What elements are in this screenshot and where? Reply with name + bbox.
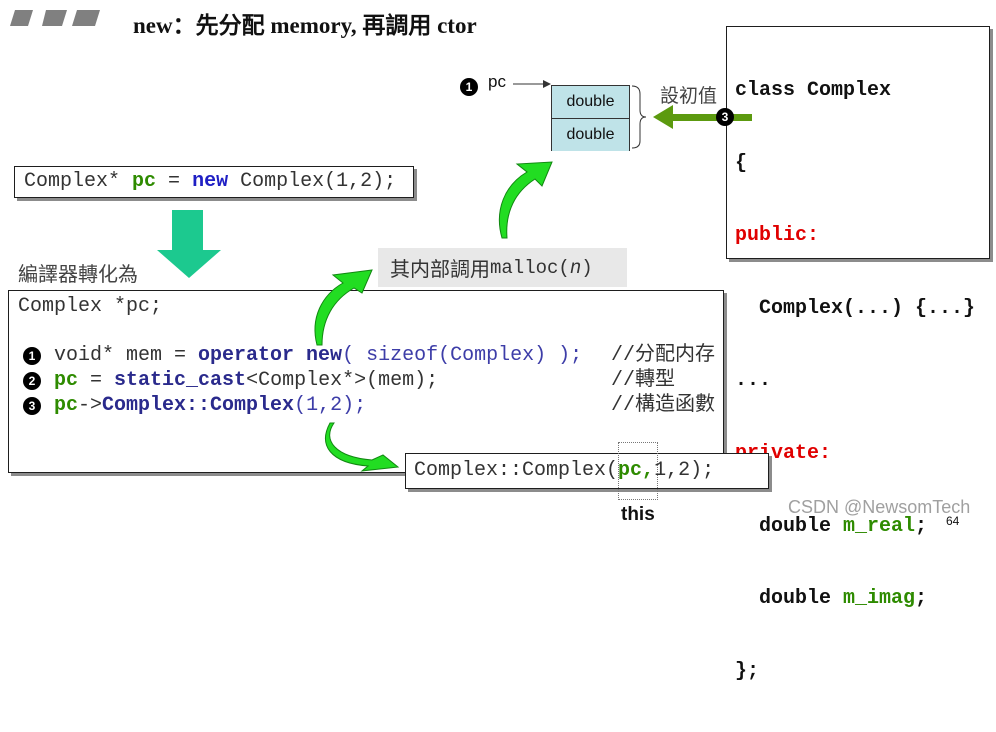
code-token-member: m_imag [843, 587, 916, 611]
this-label: this [621, 504, 655, 525]
pointer-declaration: Complex *pc; [18, 295, 163, 318]
code-token: double [735, 514, 844, 538]
step-3-badge: 3 [23, 397, 41, 415]
code-line-construct: 3 pc->Complex::Complex(1,2); //構造函數 [9, 394, 723, 419]
code-token: Complex(1,2); [228, 170, 397, 193]
class-line: double m_imag; [735, 587, 975, 612]
code-token: double [735, 587, 844, 611]
code-token-keyword: operator new [198, 344, 343, 367]
class-line: }; [735, 660, 975, 685]
code-token-member: m_real [843, 514, 916, 538]
memory-cell-real: double [552, 86, 629, 118]
code-token: = [156, 170, 193, 193]
code-token: -> [78, 394, 103, 417]
malloc-note-arg: n [569, 256, 582, 279]
code-comment: //分配内存 [611, 344, 716, 367]
class-line: public: [735, 224, 975, 249]
code-token-new-keyword: new [192, 170, 229, 193]
class-definition-box: class Complex { public: Complex(...) {..… [726, 26, 990, 683]
down-arrow-icon [157, 210, 221, 278]
memory-block: double double [551, 85, 630, 151]
code-token: ; [915, 514, 928, 538]
expanded-code-box: Complex *pc; 1 void* mem = operator new(… [8, 290, 724, 473]
memory-cell-imag: double [552, 118, 629, 151]
code-token: <Complex*>(mem); [246, 369, 439, 392]
malloc-note-code: malloc( [490, 256, 570, 279]
pointer-arrow-head-icon [543, 80, 551, 88]
init-value-label: 設初值 [660, 86, 718, 107]
code-token-constructor: Complex(...) {...} [735, 296, 976, 320]
brace-icon [631, 85, 647, 149]
page-number: 64 [946, 514, 960, 528]
code-comment: //構造函數 [611, 394, 716, 417]
code-token: 1,2); [654, 459, 715, 482]
code-comment: //轉型 [611, 369, 676, 392]
class-line: { [735, 152, 975, 177]
watermark: CSDN @NewsomTech [788, 497, 971, 517]
code-line-allocate: 1 void* mem = operator new( sizeof(Compl… [9, 344, 723, 369]
code-token-keyword: Complex::Complex [102, 394, 295, 417]
code-token-keyword: static_cast [114, 369, 247, 392]
class-definition-code: class Complex { public: Complex(...) {..… [735, 31, 975, 732]
code-token-variable: pc [132, 170, 157, 193]
code-token: }; [735, 659, 760, 683]
code-token: { [735, 151, 748, 175]
step-1-pointer-badge: 1 [460, 78, 478, 96]
step-2-badge: 2 [23, 372, 41, 390]
this-highlight-frame [618, 442, 658, 500]
code-token: Complex* [24, 170, 133, 193]
slide-title: new：先分配 memory, 再調用 ctor [133, 13, 477, 38]
class-line: Complex(...) {...} [735, 297, 975, 322]
source-statement-box: Complex* pc = new Complex(1,2); [14, 166, 414, 198]
title-bar-decoration-3 [72, 10, 100, 26]
title-bar-decoration-2 [42, 10, 67, 26]
step-3-init-badge: 3 [716, 108, 734, 126]
step-1-badge: 1 [23, 347, 41, 365]
code-token: ... [735, 369, 772, 393]
ctor-call-statement: Complex::Complex(pc,1,2); [414, 459, 714, 483]
code-token-variable: pc [54, 394, 79, 417]
code-token: = [78, 369, 115, 392]
curved-arrow-to-memory-icon [498, 161, 553, 239]
compiler-translates-label: 編譯器轉化為 [18, 264, 138, 286]
title-bar-decoration-1 [10, 10, 33, 26]
code-line-cast: 2 pc = static_cast<Complex*>(mem); //轉型 [9, 369, 723, 394]
code-token: ; [915, 587, 928, 611]
ctor-call-box: Complex::Complex(pc,1,2); [405, 453, 769, 489]
code-token-argument: (1,2); [294, 394, 367, 417]
code-token-access-specifier: public: [735, 224, 820, 248]
class-line: private: [735, 442, 975, 467]
code-token: class Complex [735, 79, 892, 102]
class-line: ... [735, 369, 975, 394]
code-token-argument: ( sizeof(Complex) ); [342, 344, 583, 367]
source-statement: Complex* pc = new Complex(1,2); [24, 170, 396, 194]
code-token: void* mem = [54, 344, 199, 367]
code-token: Complex::Complex( [414, 459, 619, 482]
malloc-note-suffix: ) [581, 256, 593, 279]
pointer-label: pc [488, 72, 506, 91]
malloc-note-prefix: 其内部調用 [390, 259, 490, 281]
code-token-variable: pc [54, 369, 79, 392]
class-line: class Complex [735, 79, 975, 104]
malloc-note: 其内部調用 malloc(n) [378, 248, 627, 287]
